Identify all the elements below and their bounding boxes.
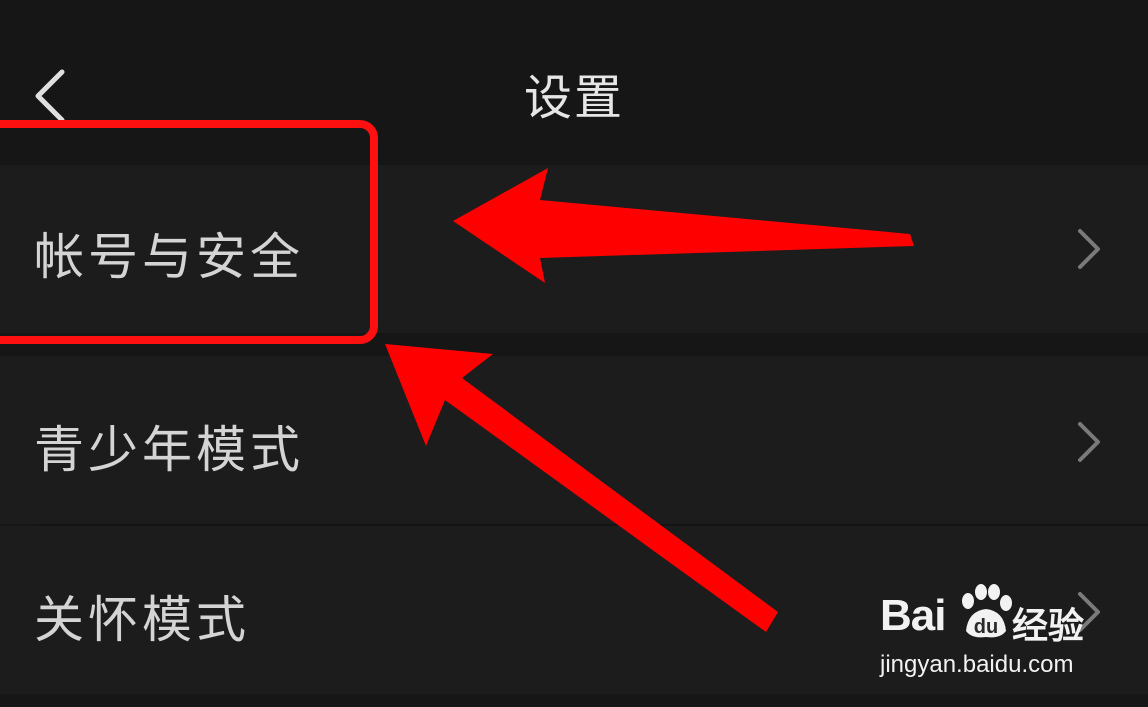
- settings-item-teen-mode[interactable]: 青少年模式: [0, 356, 1148, 524]
- settings-item-label: 关怀模式: [34, 591, 250, 649]
- baidu-watermark: Bai du 经验 jingyan.baidu.com: [880, 583, 1130, 693]
- chevron-right-icon: [1078, 229, 1100, 269]
- top-navigation-bar: 设置: [0, 0, 1148, 165]
- page-title: 设置: [523, 70, 624, 126]
- settings-item-account-security[interactable]: 帐号与安全: [0, 165, 1148, 333]
- watermark-brand: Bai: [880, 591, 946, 640]
- watermark-product: 经验: [1012, 606, 1085, 647]
- chevron-right-icon: [1078, 422, 1100, 462]
- watermark-url: jingyan.baidu.com: [880, 651, 1074, 678]
- settings-item-label: 帐号与安全: [34, 228, 304, 286]
- settings-item-label: 青少年模式: [34, 421, 304, 479]
- watermark-brand-suffix: du: [974, 616, 998, 638]
- paw-icon: du: [962, 584, 1012, 638]
